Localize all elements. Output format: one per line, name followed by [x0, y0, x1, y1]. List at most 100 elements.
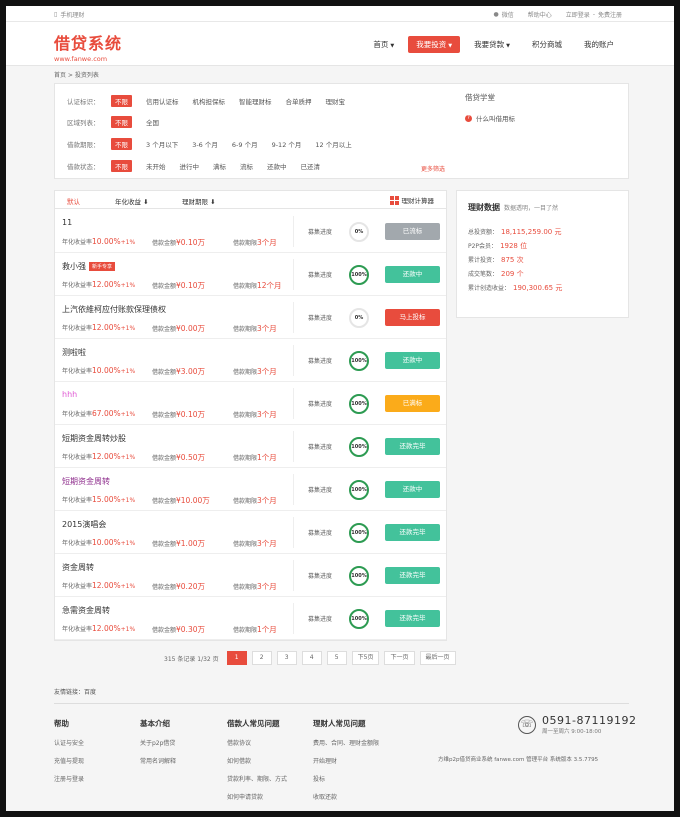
sort-period[interactable]: 理财期限 ⬇	[182, 196, 216, 206]
nav-item[interactable]: 首页 ▼	[365, 36, 402, 53]
progress-label: 募集进度	[308, 315, 333, 322]
more-filter-link[interactable]: 更多筛选	[421, 164, 445, 173]
loan-row: 救小强 新手专享 年化收益率12.00%+1% 借款金额¥0.10万 借款期限12个月 募…	[55, 253, 446, 296]
stat-line: 累计投资： 875 次	[468, 255, 524, 265]
footer-link[interactable]: 常用名词解释	[140, 756, 176, 765]
filter-option[interactable]: 满标	[213, 161, 226, 171]
filter-option[interactable]: 12 个月以上	[315, 139, 351, 149]
loan-title[interactable]: 资金周转	[62, 562, 94, 573]
loan-period-label: 借款期限	[233, 412, 258, 419]
nav-item[interactable]: 积分商城	[524, 36, 570, 53]
loan-action-button[interactable]: 还款中	[385, 481, 440, 498]
loan-title[interactable]: 短期资金周转炒股	[62, 433, 126, 444]
loan-action-button[interactable]: 还款完毕	[385, 438, 440, 455]
nav-item[interactable]: 我的账户	[576, 36, 622, 53]
loan-period-label: 借款期限	[233, 240, 258, 247]
footer-link[interactable]: 收取还款	[313, 792, 379, 801]
loan-title[interactable]: 救小强 新手专享	[62, 261, 116, 272]
next-5-pages-button[interactable]: 下5页	[351, 651, 380, 665]
last-page-button[interactable]: 最后一页	[419, 651, 456, 665]
loan-action-button[interactable]: 还款中	[385, 266, 440, 283]
filter-option[interactable]: 信用认证标	[146, 96, 179, 106]
footer-column: 借款人常见问题 借款协议 如何借款 贷款利率、期限、方式 如何申请贷款	[227, 718, 287, 810]
loan-title[interactable]: 上汽依維柯应付账款保理债权	[62, 304, 166, 315]
loan-rate-bonus: +1%	[120, 282, 136, 289]
filter-option[interactable]: 3 个月以下	[146, 139, 178, 149]
nav-item[interactable]: 我要贷款 ▼	[466, 36, 518, 53]
loan-title[interactable]: 测啦啦	[62, 347, 86, 358]
footer-link[interactable]: 投标	[313, 774, 379, 783]
filter-option[interactable]: 进行中	[180, 161, 200, 171]
filter-row: 借款期限： 不限 3 个月以下 3-6 个月 6-9 个月 9-12 个月 12 个月以上	[67, 138, 366, 150]
loan-action-button[interactable]: 还款中	[385, 352, 440, 369]
footer-link[interactable]: 开始理财	[313, 756, 379, 765]
sort-default[interactable]: 默认	[67, 196, 80, 206]
filter-option[interactable]: 未开始	[146, 161, 166, 171]
footer-link[interactable]: 关于p2p借贷	[140, 738, 176, 747]
logo[interactable]: 借贷系统 www.fanwe.com	[54, 30, 122, 63]
help-link[interactable]: 帮助中心	[528, 10, 552, 19]
filter-option[interactable]: 还款中	[267, 161, 287, 171]
footer-link[interactable]: 注册与登录	[54, 774, 84, 783]
loan-rate: 年化收益率10.00%+1%	[62, 237, 135, 246]
filter-label: 认证标识：	[67, 98, 100, 106]
page-button[interactable]: 1	[226, 651, 247, 665]
footer-link[interactable]: 如何申请贷款	[227, 792, 287, 801]
page-button[interactable]: 3	[276, 651, 297, 665]
arrow-down-icon: ⬇	[141, 198, 149, 206]
loan-rate-value: 15.00%	[92, 495, 121, 504]
filter-option[interactable]: 不限	[111, 138, 132, 150]
filter-option[interactable]: 不限	[111, 116, 132, 128]
filter-option[interactable]: 流标	[240, 161, 253, 171]
auth-separator: -	[592, 11, 595, 18]
loan-rate-value: 12.00%	[92, 280, 121, 289]
progress-label: 募集进度	[308, 272, 333, 279]
friend-links[interactable]: 友情链接：百度	[54, 687, 96, 696]
register-link[interactable]: 免费注册	[598, 10, 622, 19]
loan-title[interactable]: 急需资金周转	[62, 605, 110, 616]
page-button[interactable]: 4	[301, 651, 322, 665]
filter-option[interactable]: 智能理财标	[239, 96, 272, 106]
mobile-link[interactable]: ▯ 手机理财	[54, 10, 84, 19]
filter-option[interactable]: 6-9 个月	[232, 139, 258, 149]
loan-action-button[interactable]: 已流标	[385, 223, 440, 240]
progress-label: 募集进度	[308, 401, 333, 408]
loan-action-button[interactable]: 还款完毕	[385, 610, 440, 627]
footer-link[interactable]: 充值与提现	[54, 756, 84, 765]
learning-question-link[interactable]: ? 什么叫借用标	[465, 113, 615, 123]
footer-link[interactable]: 认证与安全	[54, 738, 84, 747]
filter-option[interactable]: 3-6 个月	[192, 139, 218, 149]
loan-action-button[interactable]: 已满标	[385, 395, 440, 412]
loan-title[interactable]: 短期资金周转	[62, 476, 110, 487]
filter-option[interactable]: 合单质押	[286, 96, 312, 106]
next-page-button[interactable]: 下一页	[384, 651, 415, 665]
loan-title[interactable]: 2015演唱会	[62, 519, 106, 530]
loan-action-button[interactable]: 还款完毕	[385, 567, 440, 584]
page-button[interactable]: 2	[251, 651, 272, 665]
loan-rate-label: 年化收益率	[62, 325, 93, 332]
footer-link[interactable]: 如何借款	[227, 756, 287, 765]
loan-action-button[interactable]: 马上投标	[385, 309, 440, 326]
nav-item-label: 首页	[373, 40, 389, 49]
footer-link[interactable]: 贷款利率、期限、方式	[227, 774, 287, 783]
loan-action-button[interactable]: 还款完毕	[385, 524, 440, 541]
filter-option[interactable]: 不限	[111, 95, 132, 107]
loan-title[interactable]: hhh	[62, 390, 77, 399]
footer-link[interactable]: 借款协议	[227, 738, 287, 747]
footer-link[interactable]: 费用、合同、理财金额限	[313, 738, 379, 747]
filter-option[interactable]: 全国	[146, 117, 159, 127]
loan-title-label: 2015演唱会	[62, 520, 107, 529]
wechat-link[interactable]: ● 微信	[494, 10, 514, 19]
filter-option[interactable]: 不限	[111, 160, 132, 172]
filter-option[interactable]: 已还清	[301, 161, 321, 171]
sort-rate[interactable]: 年化收益 ⬇	[115, 196, 149, 206]
filter-option[interactable]: 理财宝	[326, 96, 346, 106]
nav-item[interactable]: 我要投资 ▼	[408, 36, 461, 53]
loan-title[interactable]: 11	[62, 218, 72, 227]
calculator-link[interactable]: 理财计算器	[389, 195, 434, 205]
login-link[interactable]: 立即登录	[566, 10, 590, 19]
filter-option[interactable]: 9-12 个月	[272, 139, 302, 149]
page-button[interactable]: 5	[326, 651, 347, 665]
footer-column-title: 帮助	[54, 719, 69, 728]
filter-option[interactable]: 机构担保标	[193, 96, 226, 106]
